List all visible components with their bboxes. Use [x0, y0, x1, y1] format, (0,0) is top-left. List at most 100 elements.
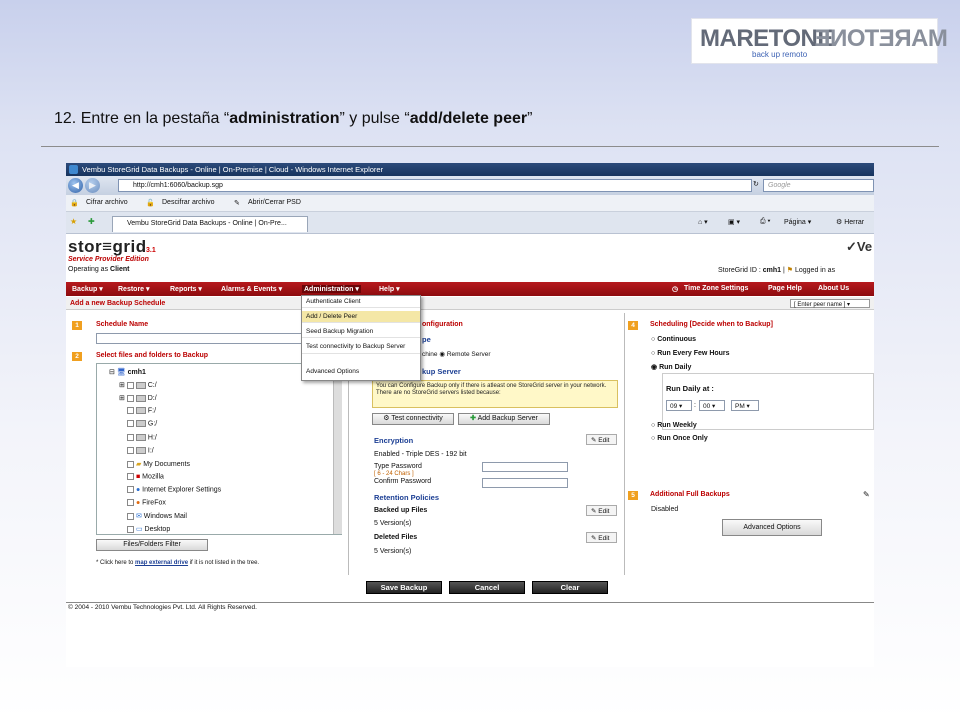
hour-select[interactable]: 09 ▾ — [666, 400, 692, 411]
password-input[interactable] — [482, 462, 568, 472]
tree-item[interactable]: ✉ Windows Mail — [127, 512, 187, 520]
url-input[interactable]: http://cmh1:6060/backup.sgp — [118, 179, 752, 192]
retention-label: Retention Policies — [374, 493, 440, 502]
radio-every-few-hours[interactable]: ○ Run Every Few Hours — [651, 350, 730, 357]
tree-item[interactable]: F:/ — [127, 407, 156, 414]
add-backup-server-button[interactable]: ✚ Add Backup Server — [458, 413, 550, 425]
folder-icon: ▰ — [135, 461, 142, 468]
confirm-password-label: Confirm Password — [374, 478, 432, 485]
save-backup-button[interactable]: Save Backup — [366, 581, 442, 594]
menu-seed-backup-migration[interactable]: Seed Backup Migration — [302, 326, 420, 338]
link-encrypt[interactable]: Cifrar archivo — [86, 199, 128, 206]
radio-run-daily[interactable]: ◉ Run Daily — [651, 363, 691, 371]
menu-reports[interactable]: Reports ▾ — [170, 285, 202, 293]
print-icon[interactable]: ⎙ ▾ — [760, 218, 771, 226]
column-divider — [624, 313, 625, 575]
menu-authenticate-client[interactable]: Authenticate Client — [302, 296, 420, 308]
ie-icon: ● — [135, 486, 141, 494]
forward-icon[interactable]: ▶ — [85, 178, 100, 193]
desktop-icon: ▭ — [135, 526, 143, 533]
refresh-icon[interactable]: ↻ — [753, 180, 759, 188]
tree-item[interactable]: ■ Mozilla — [127, 473, 164, 480]
radio-run-once[interactable]: ○ Run Once Only — [651, 435, 708, 442]
tools-menu[interactable]: ⚙ Herrar — [836, 218, 864, 226]
feeds-icon[interactable]: ▣ ▾ — [728, 218, 740, 226]
menu-page-help[interactable]: Page Help — [768, 285, 802, 292]
tree-item[interactable]: ● Internet Explorer Settings — [127, 486, 221, 493]
computer-icon: 🖥 — [116, 369, 126, 376]
tree-item[interactable]: H:/ — [127, 434, 157, 441]
tree-root[interactable]: ⊟ 🖥 cmh1 — [109, 368, 146, 376]
add-favorites-icon[interactable]: ✚ — [88, 217, 95, 226]
menu-timezone[interactable]: Time Zone Settings — [684, 285, 748, 292]
server-info-box: You can Configure Backup only if there i… — [372, 380, 618, 408]
tab-bar: ★ ✚ Vembu StoreGrid Data Backups - Onlin… — [66, 212, 874, 234]
main-menubar: Backup ▾ Restore ▾ Reports ▾ Alarms & Ev… — [66, 282, 874, 296]
vembu-logo: ✓Ve — [846, 239, 873, 254]
link-decrypt[interactable]: Descifrar archivo — [162, 199, 215, 206]
divider — [41, 146, 939, 147]
menu-restore[interactable]: Restore ▾ — [118, 285, 150, 293]
filter-button[interactable]: Files/Folders Filter — [96, 539, 208, 551]
peer-select[interactable]: [ Enter peer name ] ▾ — [790, 299, 870, 308]
map-drive-link[interactable]: map external drive — [135, 560, 188, 566]
tree-item[interactable]: I:/ — [127, 447, 154, 454]
star-icon[interactable]: ★ — [70, 217, 77, 226]
edit-icon[interactable]: ✎ — [863, 490, 870, 499]
drive-icon — [135, 407, 146, 414]
map-drive-note: * Click here to map external drive if it… — [96, 560, 260, 566]
edit-encryption-button[interactable]: ✎ Edit — [586, 434, 617, 445]
subtitle-bar: Add a new Backup Schedule [ Enter peer n… — [66, 297, 874, 310]
menu-alarms[interactable]: Alarms & Events ▾ — [221, 285, 282, 293]
backed-up-versions: 5 Version(s) — [374, 520, 412, 527]
cancel-button[interactable]: Cancel — [449, 581, 525, 594]
ampm-select[interactable]: PM ▾ — [731, 400, 759, 411]
tree-item[interactable]: ▭ Desktop — [127, 525, 170, 533]
configuration-label: onfiguration — [422, 321, 463, 328]
menu-add-delete-peer[interactable]: Add / Delete Peer — [302, 311, 420, 323]
app-header: stor≡grid 3.1 Service Provider Edition O… — [66, 235, 874, 277]
clear-button[interactable]: Clear — [532, 581, 608, 594]
step-1-badge: 1 — [72, 321, 82, 330]
tree-item[interactable]: ⊞ D:/ — [119, 394, 157, 402]
lock-icon: 🔓 — [146, 200, 155, 207]
browser-window: Vembu StoreGrid Data Backups - Online | … — [66, 163, 874, 667]
step-2-badge: 2 — [72, 352, 82, 361]
menu-about[interactable]: About Us — [818, 285, 849, 292]
menu-backup[interactable]: Backup ▾ — [72, 285, 103, 293]
menu-administration[interactable]: Administration ▾ — [302, 285, 361, 293]
operating-mode: Operating as Client — [68, 266, 130, 273]
links-bar: 🔒 Cifrar archivo 🔓 Descifrar archivo ✎ A… — [66, 195, 874, 212]
target-radio-group[interactable]: chine ◉ Remote Server — [422, 350, 491, 358]
back-icon[interactable]: ◀ — [68, 178, 83, 193]
encryption-label: Encryption — [374, 436, 414, 445]
menu-test-connectivity[interactable]: Test connectivity to Backup Server — [302, 341, 420, 354]
backup-server-label: kup Server — [422, 367, 461, 376]
radio-continuous[interactable]: ○ Continuous — [651, 336, 696, 343]
page-menu[interactable]: Página ▾ — [784, 218, 811, 226]
confirm-password-input[interactable] — [482, 478, 568, 488]
link-psd[interactable]: Abrir/Cerrar PSD — [248, 199, 301, 206]
password-hint: [ 6 - 24 Chars ] — [374, 471, 414, 477]
browser-tab[interactable]: Vembu StoreGrid Data Backups - Online | … — [112, 216, 308, 232]
app-footer: © 2004 - 2010 Vembu Technologies Pvt. Lt… — [66, 602, 874, 612]
radio-run-weekly[interactable]: ○ Run Weekly — [651, 422, 697, 429]
test-connectivity-button[interactable]: ⚙ Test connectivity — [372, 413, 454, 425]
minute-select[interactable]: 00 ▾ — [699, 400, 725, 411]
edit-backed-up-button[interactable]: ✎ Edit — [586, 505, 617, 516]
storegrid-id: StoreGrid ID : cmh1 | ⚑ Logged in as — [718, 267, 836, 274]
menu-help[interactable]: Help ▾ — [379, 285, 400, 293]
tree-item[interactable]: G:/ — [127, 420, 157, 427]
tree-item[interactable]: ▰ My Documents — [127, 460, 190, 468]
mail-icon: ✉ — [135, 513, 142, 520]
advanced-options-button[interactable]: Advanced Options — [722, 519, 822, 536]
tree-scrollbar[interactable] — [333, 364, 342, 534]
deleted-versions: 5 Version(s) — [374, 548, 412, 555]
menu-advanced-options[interactable]: Advanced Options — [302, 366, 420, 377]
edit-deleted-button[interactable]: ✎ Edit — [586, 532, 617, 543]
home-icon[interactable]: ⌂ ▾ — [698, 218, 708, 226]
tree-item[interactable]: ● FireFox — [127, 499, 166, 506]
search-input[interactable]: Google — [763, 179, 874, 192]
tree-item[interactable]: ⊞ C:/ — [119, 381, 157, 389]
full-backups-status: Disabled — [651, 506, 679, 513]
